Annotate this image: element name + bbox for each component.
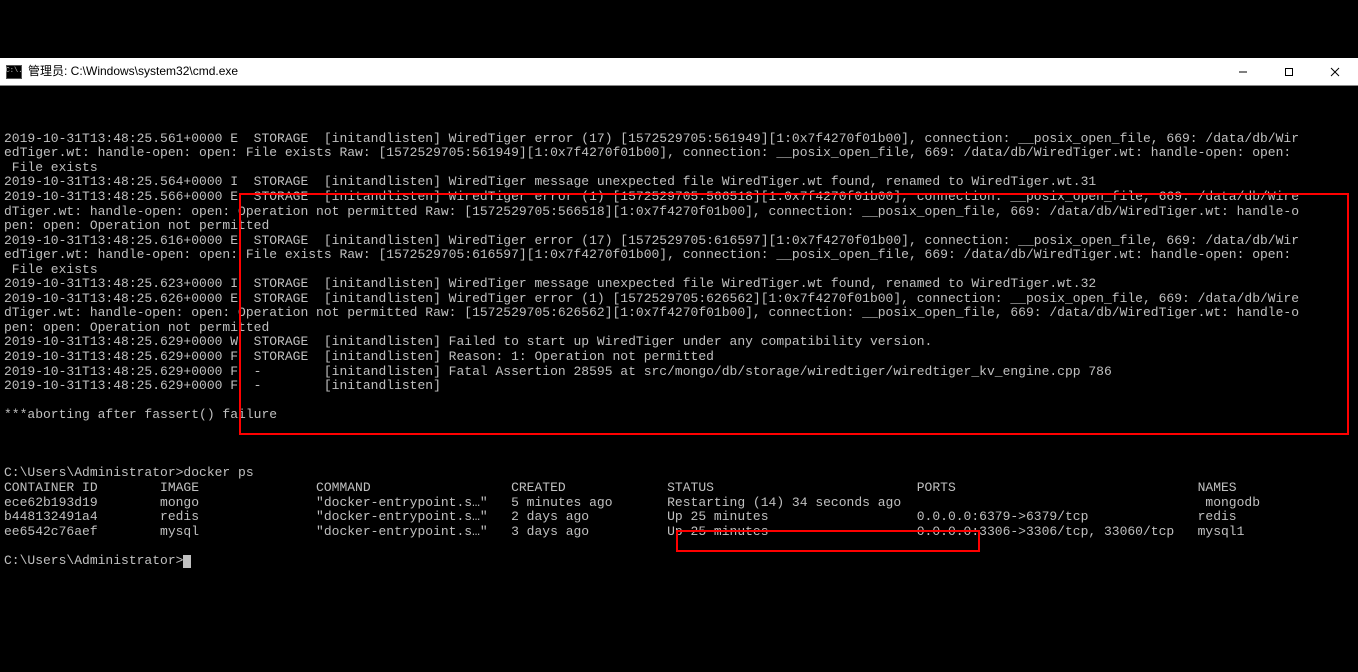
- log-line: pen: open: Operation not permitted: [4, 320, 269, 335]
- maximize-button[interactable]: [1266, 58, 1312, 85]
- docker-ps-row: b448132491a4 redis "docker-entrypoint.s……: [4, 509, 1237, 524]
- log-line: 2019-10-31T13:48:25.626+0000 E STORAGE […: [4, 291, 1299, 306]
- cursor-icon: [183, 555, 191, 568]
- log-line: ***aborting after fassert() failure: [4, 407, 277, 422]
- log-line: 2019-10-31T13:48:25.566+0000 E STORAGE […: [4, 189, 1299, 204]
- log-line: 2019-10-31T13:48:25.616+0000 E STORAGE […: [4, 233, 1299, 248]
- docker-ps-header: CONTAINER ID IMAGE COMMAND CREATED STATU…: [4, 480, 1237, 495]
- docker-ps-row: ece62b193d19 mongo "docker-entrypoint.s……: [4, 495, 1260, 510]
- log-line: 2019-10-31T13:48:25.564+0000 I STORAGE […: [4, 174, 1096, 189]
- log-line: 2019-10-31T13:48:25.629+0000 F - [initan…: [4, 378, 441, 393]
- prompt-line: C:\Users\Administrator>docker ps: [4, 465, 254, 480]
- log-line: edTiger.wt: handle-open: open: File exis…: [4, 247, 1291, 262]
- cmd-icon: C:\.: [6, 65, 22, 79]
- log-line: pen: open: Operation not permitted: [4, 218, 269, 233]
- log-line: 2019-10-31T13:48:25.629+0000 F STORAGE […: [4, 349, 714, 364]
- titlebar-left: C:\. 管理员: C:\Windows\system32\cmd.exe: [0, 65, 238, 79]
- log-line: 2019-10-31T13:48:25.623+0000 I STORAGE […: [4, 276, 1096, 291]
- close-button[interactable]: [1312, 58, 1358, 85]
- window-controls: [1220, 58, 1358, 85]
- log-line: dTiger.wt: handle-open: open: Operation …: [4, 305, 1299, 320]
- log-line: 2019-10-31T13:48:25.629+0000 F - [initan…: [4, 364, 1112, 379]
- log-line: dTiger.wt: handle-open: open: Operation …: [4, 204, 1299, 219]
- log-line: 2019-10-31T13:48:25.629+0000 W STORAGE […: [4, 334, 932, 349]
- log-line: edTiger.wt: handle-open: open: File exis…: [4, 145, 1291, 160]
- minimize-button[interactable]: [1220, 58, 1266, 85]
- docker-ps-row: ee6542c76aef mysql "docker-entrypoint.s……: [4, 524, 1244, 539]
- log-line: 2019-10-31T13:48:25.561+0000 E STORAGE […: [4, 131, 1299, 146]
- window-title: 管理员: C:\Windows\system32\cmd.exe: [28, 65, 238, 78]
- cmd-icon-text: C:\.: [6, 68, 23, 76]
- window-titlebar: C:\. 管理员: C:\Windows\system32\cmd.exe: [0, 58, 1358, 86]
- terminal-output[interactable]: 2019-10-31T13:48:25.561+0000 E STORAGE […: [0, 115, 1358, 599]
- log-line: File exists: [4, 262, 98, 277]
- prompt-line: C:\Users\Administrator>: [4, 553, 183, 568]
- log-line: File exists: [4, 160, 98, 175]
